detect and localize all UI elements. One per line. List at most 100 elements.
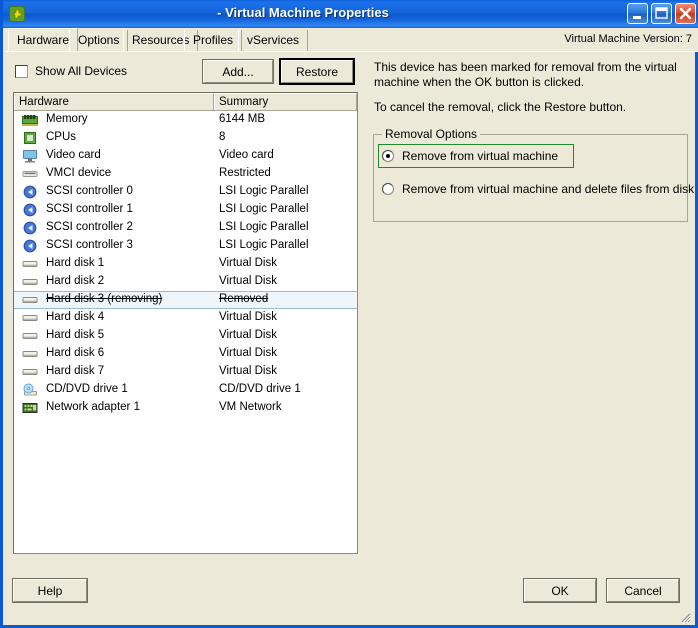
- radio-remove-and-delete-files[interactable]: Remove from virtual machine and delete f…: [378, 177, 694, 201]
- video-card-icon: [22, 149, 38, 163]
- table-row[interactable]: Hard disk 2 Virtual Disk: [14, 273, 357, 291]
- radio-remove-from-vm[interactable]: Remove from virtual machine: [378, 144, 574, 168]
- table-row[interactable]: Hard disk 3 (removing) Removed: [14, 291, 357, 309]
- radio-remove-and-delete-files-label: Remove from virtual machine and delete f…: [402, 182, 695, 196]
- table-row[interactable]: SCSI controller 1 LSI Logic Parallel: [14, 201, 357, 219]
- removal-options-group: Removal Options Remove from virtual mach…: [373, 127, 694, 222]
- table-row[interactable]: Video card Video card: [14, 147, 357, 165]
- hardware-device-summary: 8: [219, 131, 226, 143]
- removal-message-primary: This device has been marked for removal …: [374, 60, 677, 89]
- column-header-summary[interactable]: Summary: [214, 93, 357, 110]
- hardware-device-summary: Virtual Disk: [219, 257, 277, 269]
- show-all-devices-checkbox[interactable]: Show All Devices: [15, 64, 127, 78]
- memory-icon: [22, 113, 38, 127]
- hardware-device-summary: VM Network: [219, 401, 282, 413]
- removal-message-secondary: To cancel the removal, click the Restore…: [374, 100, 627, 114]
- hardware-device-name: Memory: [46, 113, 88, 125]
- scsi-controller-icon: [22, 203, 38, 217]
- hardware-device-name: Hard disk 3 (removing): [46, 293, 163, 305]
- hardware-device-name: VMCI device: [46, 167, 112, 179]
- hardware-device-name: Hard disk 4: [46, 311, 105, 323]
- hardware-list-header: Hardware Summary: [14, 93, 357, 111]
- table-row[interactable]: Network adapter 1 VM Network: [14, 399, 357, 417]
- hardware-device-summary: Virtual Disk: [219, 365, 277, 377]
- tab-options[interactable]: Options: [69, 30, 129, 52]
- hardware-device-summary: Virtual Disk: [219, 329, 277, 341]
- vm-version-label: Virtual Machine Version: 7: [564, 33, 692, 45]
- hard-disk-icon: [22, 311, 38, 325]
- table-row[interactable]: Hard disk 6 Virtual Disk: [14, 345, 357, 363]
- restore-button[interactable]: Restore: [279, 58, 355, 85]
- hard-disk-icon: [22, 329, 38, 343]
- table-row[interactable]: Hard disk 5 Virtual Disk: [14, 327, 357, 345]
- hardware-device-name: Video card: [46, 149, 101, 161]
- checkbox-box[interactable]: [15, 64, 28, 78]
- hardware-device-name: SCSI controller 3: [46, 239, 133, 251]
- window-title: - Virtual Machine Properties: [217, 5, 389, 20]
- show-all-devices-label: Show All Devices: [35, 64, 128, 78]
- hardware-device-summary: Video card: [219, 149, 274, 161]
- scsi-controller-icon: [22, 239, 38, 253]
- cd-dvd-drive-icon: [22, 383, 38, 397]
- radio-remove-from-vm-label: Remove from virtual machine: [402, 149, 559, 163]
- cancel-button[interactable]: Cancel: [606, 578, 680, 603]
- help-button[interactable]: Help: [12, 578, 88, 603]
- hardware-device-name: SCSI controller 1: [46, 203, 133, 215]
- hardware-device-name: Hard disk 7: [46, 365, 105, 377]
- table-row[interactable]: Hard disk 1 Virtual Disk: [14, 255, 357, 273]
- hardware-device-name: Hard disk 2: [46, 275, 105, 287]
- tab-profiles[interactable]: Profiles: [184, 30, 243, 52]
- ok-button[interactable]: OK: [523, 578, 597, 603]
- hard-disk-icon: [22, 257, 38, 271]
- hardware-device-name: CD/DVD drive 1: [46, 383, 128, 395]
- hardware-list-rows: Memory 6144 MB CPUs 8 Video card Video card VM…: [14, 111, 357, 553]
- hardware-device-name: SCSI controller 0: [46, 185, 133, 197]
- table-row[interactable]: Memory 6144 MB: [14, 111, 357, 129]
- scsi-controller-icon: [22, 185, 38, 199]
- scsi-controller-icon: [22, 221, 38, 235]
- table-row[interactable]: SCSI controller 3 LSI Logic Parallel: [14, 237, 357, 255]
- hardware-list[interactable]: Hardware Summary Memory 6144 MB CPUs 8 Video…: [13, 92, 358, 554]
- table-row[interactable]: SCSI controller 0 LSI Logic Parallel: [14, 183, 357, 201]
- column-header-hardware[interactable]: Hardware: [14, 93, 214, 110]
- vmci-device-icon: [22, 167, 38, 181]
- cpu-icon: [22, 131, 38, 145]
- hard-disk-icon: [22, 293, 38, 307]
- close-button[interactable]: [675, 3, 696, 24]
- add-button[interactable]: Add...: [202, 59, 274, 84]
- hard-disk-icon: [22, 347, 38, 361]
- minimize-button[interactable]: [627, 3, 648, 24]
- table-row[interactable]: Hard disk 4 Virtual Disk: [14, 309, 357, 327]
- maximize-button[interactable]: [651, 3, 672, 24]
- network-adapter-icon: [22, 401, 38, 415]
- hardware-device-name: Hard disk 5: [46, 329, 105, 341]
- virtual-machine-properties-window: - Virtual Machine Properties Hardware Op…: [0, 0, 698, 628]
- tab-hardware[interactable]: Hardware: [8, 28, 79, 52]
- hardware-device-summary: Removed: [219, 293, 269, 305]
- resize-grip[interactable]: [679, 610, 692, 624]
- radio-indicator-selected[interactable]: [382, 150, 394, 162]
- hardware-device-summary: LSI Logic Parallel: [219, 203, 309, 215]
- table-row[interactable]: Hard disk 7 Virtual Disk: [14, 363, 357, 381]
- radio-indicator-unselected[interactable]: [382, 183, 394, 195]
- hardware-device-summary: CD/DVD drive 1: [219, 383, 301, 395]
- hardware-device-name: SCSI controller 2: [46, 221, 133, 233]
- hard-disk-icon: [22, 275, 38, 289]
- hardware-device-name: Network adapter 1: [46, 401, 140, 413]
- table-row[interactable]: CPUs 8: [14, 129, 357, 147]
- hard-disk-icon: [22, 365, 38, 379]
- hardware-device-summary: LSI Logic Parallel: [219, 221, 309, 233]
- hardware-device-summary: Restricted: [219, 167, 271, 179]
- table-row[interactable]: VMCI device Restricted: [14, 165, 357, 183]
- tab-strip: Hardware Options Resources Profiles vSer…: [6, 28, 698, 52]
- hardware-device-summary: 6144 MB: [219, 113, 266, 125]
- hardware-device-summary: LSI Logic Parallel: [219, 185, 309, 197]
- removal-detail-panel: This device has been marked for removal …: [371, 58, 694, 258]
- table-row[interactable]: CD/DVD drive 1 CD/DVD drive 1: [14, 381, 357, 399]
- hardware-device-name: Hard disk 1: [46, 257, 105, 269]
- tab-vservices[interactable]: vServices: [238, 30, 309, 52]
- tab-strip-divider: [6, 51, 698, 52]
- hardware-device-name: Hard disk 6: [46, 347, 105, 359]
- removal-options-title: Removal Options: [382, 127, 481, 141]
- table-row[interactable]: SCSI controller 2 LSI Logic Parallel: [14, 219, 357, 237]
